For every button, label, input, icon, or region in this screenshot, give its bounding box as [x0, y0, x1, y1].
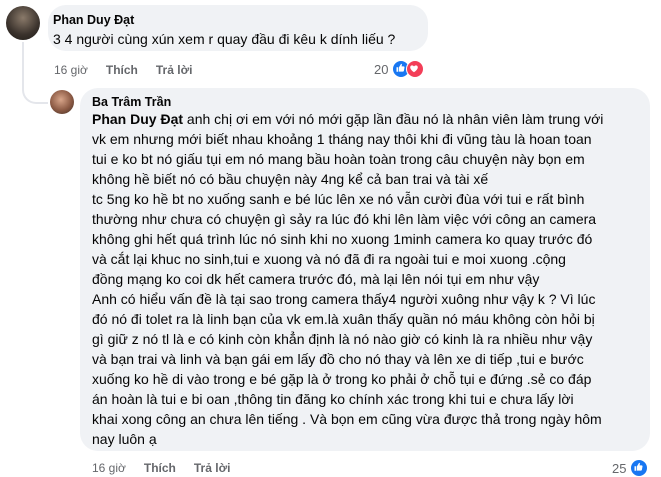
- like-icon: [630, 459, 649, 477]
- mention-link[interactable]: Phan Duy Đạt: [92, 111, 183, 127]
- reply-line: không hề biết nó có bầu chuyện này 4ng k…: [92, 171, 489, 187]
- comment-text: 3 4 người cùng xún xem r quay đầu đi kêu…: [53, 31, 396, 47]
- reaction-summary[interactable]: 25: [612, 459, 649, 477]
- reaction-count: 20: [374, 61, 389, 77]
- reply-line: đó nó đi tolet ra là linh bạn của vk em.…: [92, 311, 595, 327]
- reply-line: và bạn trai và linh và bạn gái em lấy đồ…: [92, 351, 584, 367]
- reply-line: gì giữ z nó tl là e có kinh còn khẳn địn…: [92, 331, 593, 347]
- reply-line: án hoàn là tui e bi oan ,thông tin đăng …: [92, 391, 574, 407]
- reply-button[interactable]: Trả lời: [156, 63, 193, 77]
- reply-actions: 16 giờ Thích Trả lời: [92, 461, 248, 475]
- reply-line: Anh có hiểu vấn đề là tại sao trong came…: [92, 291, 596, 307]
- reply-bubble: Ba Trâm Trần Phan Duy Đạt anh chị ơi em …: [80, 88, 650, 451]
- reply-line: tc 5ng ko hề bt no xuống sanh e bé lúc l…: [92, 191, 585, 207]
- reply-line: đồng mạng ko coi dk hết camera trước đó,…: [92, 271, 540, 287]
- avatar[interactable]: [6, 6, 40, 40]
- reply-author[interactable]: Ba Trâm Trần: [92, 95, 171, 109]
- reaction-count: 25: [612, 460, 627, 476]
- reply-button[interactable]: Trả lời: [194, 461, 231, 475]
- reply-time[interactable]: 16 giờ: [92, 461, 126, 475]
- reply-line: khai xong công an chưa lên tiếng . Và bọ…: [92, 411, 602, 427]
- reply-line: vk em nhưng mới biết nhau khoảng 1 tháng…: [92, 131, 592, 147]
- reply-line: nay luôn ạ: [92, 431, 157, 447]
- reply-line: thường như chưa có chuyện gì sảy ra lúc …: [92, 211, 597, 227]
- reply-line: không ghi hết quá trình lúc nó sinh khi …: [92, 231, 593, 247]
- heart-icon: [406, 60, 425, 78]
- thread-line: [22, 42, 48, 104]
- reply-line: tui e ko bt nó giấu tụi em nó mang bầu h…: [92, 151, 585, 167]
- like-button[interactable]: Thích: [144, 461, 176, 475]
- reply-line: anh chị ơi em với nó mới gặp lần đầu nó …: [183, 111, 604, 127]
- comment-time[interactable]: 16 giờ: [54, 63, 88, 77]
- reply-line: xuống ko hề di vào trong e bé gặp là ở t…: [92, 371, 592, 387]
- reply-text: Phan Duy Đạt anh chị ơi em với nó mới gặ…: [92, 109, 642, 449]
- like-button[interactable]: Thích: [106, 63, 138, 77]
- comment-bubble: Phan Duy Đạt 3 4 người cùng xún xem r qu…: [48, 5, 428, 51]
- avatar[interactable]: [50, 90, 74, 114]
- comment-actions: 16 giờ Thích Trả lời: [54, 63, 210, 77]
- reply-line: và cắt lại khuc no sinh,tui e xuong và n…: [92, 251, 566, 267]
- reaction-summary[interactable]: 20: [374, 60, 425, 78]
- comment-author[interactable]: Phan Duy Đạt: [53, 13, 134, 27]
